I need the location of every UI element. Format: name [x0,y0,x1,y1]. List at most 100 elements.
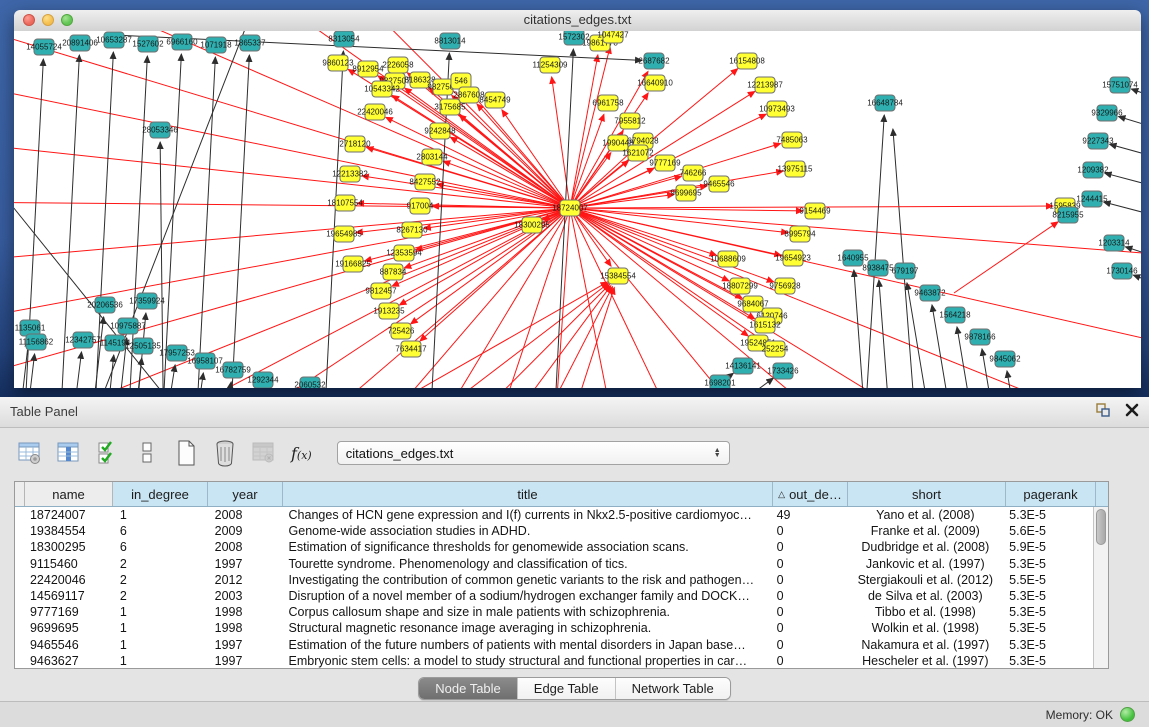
graph-node[interactable]: 725426 [388,323,415,339]
graph-node[interactable]: 9812457 [365,283,397,299]
graph-node[interactable]: 9845062 [989,351,1021,367]
table-row[interactable]: 946362711997Embryonic stem cells: a mode… [15,653,1094,668]
graph-node[interactable]: 7634417 [395,341,427,357]
graph-node-label: 10688609 [710,255,746,264]
table-row[interactable]: 969969511998Structural magnetic resonanc… [15,620,1094,636]
show-column-icon[interactable] [55,439,83,467]
float-panel-icon[interactable] [1095,402,1111,418]
zoom-window-button[interactable] [61,14,73,26]
graph-node[interactable]: 14136141 [725,358,761,374]
graph-node[interactable]: 2060532 [294,377,326,388]
close-panel-icon[interactable] [1125,403,1139,417]
graph-node[interactable]: 9242848 [424,123,456,139]
column-header-name[interactable]: name [25,482,113,506]
graph-node[interactable]: 1203314 [1098,235,1130,251]
graph-node[interactable]: 1209382 [1077,162,1109,178]
graph-node[interactable]: 887834 [380,264,407,280]
graph-edge [14,208,570,341]
minimize-window-button[interactable] [42,14,54,26]
graph-node[interactable]: 2687682 [638,53,670,69]
graph-node[interactable]: 10653287 [96,32,132,48]
graph-node[interactable]: 19654985 [326,226,362,242]
delete-table-icon[interactable] [250,439,278,467]
graph-node[interactable]: 9860123 [322,55,354,71]
table-row[interactable]: 946554611997Estimation of the future num… [15,637,1094,653]
graph-node[interactable]: 19654923 [775,250,811,266]
graph-node[interactable]: 8813014 [434,33,466,49]
graph-node[interactable]: 2226058 [382,57,414,73]
table-row[interactable]: 1830029562008Estimation of significance … [15,539,1094,555]
table-row[interactable]: 2242004622012Investigating the contribut… [15,572,1094,588]
graph-node[interactable]: 1865337 [234,35,266,51]
network-canvas[interactable]: 9860123891295422260589827507105433428186… [14,31,1141,388]
graph-node[interactable]: 1244415 [1076,191,1108,207]
graph-node[interactable]: 10688609 [710,251,746,267]
graph-node[interactable]: 9227343 [1082,133,1114,149]
graph-node-label: 9777169 [649,159,681,168]
graph-node[interactable]: 1292344 [247,372,279,388]
rows-icon[interactable] [133,439,161,467]
table-row[interactable]: 1938455462009Genome-wide association stu… [15,523,1094,539]
cell: 2 [113,589,208,603]
graph-node[interactable]: 13975115 [778,161,814,177]
column-header-out_de[interactable]: △out_de… [773,482,848,506]
function-builder-icon[interactable]: f(x) [291,444,312,463]
window-titlebar[interactable]: citations_edges.txt [14,10,1141,32]
table-scrollbar[interactable] [1093,507,1108,668]
column-header-in_degree[interactable]: in_degree [113,482,208,506]
graph-node[interactable]: 12505135 [125,338,161,354]
graph-node[interactable]: 16154808 [729,53,765,69]
graph-node[interactable]: 2718120 [339,136,371,152]
scrollbar-thumb[interactable] [1096,509,1106,545]
graph-node[interactable]: 9329966 [1091,105,1123,121]
tab-node-table[interactable]: Node Table [419,678,518,699]
graph-node[interactable]: 6966160 [166,34,198,50]
cell: 2 [113,557,208,571]
graph-node[interactable]: 1913235 [373,303,405,319]
graph-node[interactable]: 28053346 [142,122,178,138]
column-header-pagerank[interactable]: pagerank [1006,482,1096,506]
graph-node[interactable]: 679197 [892,263,919,279]
graph-node[interactable]: 10975887 [110,318,146,334]
delete-column-icon[interactable] [211,439,239,467]
graph-node[interactable]: 1730146 [1106,263,1138,279]
graph-node[interactable]: 11254309 [533,57,569,73]
network-table-select[interactable]: citations_edges.txt ▲▼ [337,441,730,465]
table-row[interactable]: 1456911722003Disruption of a novel membe… [15,588,1094,604]
graph-node[interactable]: 9878166 [964,329,996,345]
tab-edge-table[interactable]: Edge Table [518,678,616,699]
graph-node[interactable]: 9154469 [799,203,831,219]
graph-node[interactable]: 9756928 [769,278,801,294]
graph-node[interactable]: 20206536 [87,297,123,313]
graph-node[interactable]: 7955812 [614,113,646,129]
graph-node-label: 15751074 [1102,81,1138,90]
select-columns-icon[interactable] [94,439,122,467]
graph-node[interactable]: 1564218 [939,307,971,323]
graph-node[interactable]: 20891406 [62,35,98,51]
tab-network-table[interactable]: Network Table [616,678,730,699]
graph-node[interactable]: 18107554 [327,195,363,211]
table-row[interactable]: 911546021997Tourette syndrome. Phenomeno… [15,556,1094,572]
graph-node[interactable]: 16640910 [637,75,673,91]
graph-node[interactable]: 917004 [407,198,434,214]
table-row[interactable]: 1872400712008Changes of HCN gene express… [15,507,1094,523]
graph-node[interactable]: 19166825 [335,256,371,272]
graph-node[interactable]: 1698201 [704,375,736,388]
graph-node[interactable]: 1527602 [132,36,164,52]
graph-node[interactable]: 8313054 [328,31,360,47]
new-column-icon[interactable] [172,439,200,467]
column-header-short[interactable]: short [848,482,1006,506]
graph-node[interactable]: 252254 [762,341,789,357]
close-window-button[interactable] [23,14,35,26]
graph-node[interactable]: 7485063 [776,132,808,148]
column-header-year[interactable]: year [208,482,283,506]
graph-node[interactable]: 12342757 [65,332,101,348]
column-header-title[interactable]: title [283,482,773,506]
table-options-icon[interactable] [16,439,44,467]
graph-node[interactable]: 9465546 [703,176,735,192]
table-row[interactable]: 977716911998Corpus callosum shape and si… [15,604,1094,620]
graph-node[interactable]: 12213987 [747,77,783,93]
graph-node[interactable]: 15751074 [1102,77,1138,93]
graph-node[interactable]: 16648784 [867,95,903,111]
graph-node[interactable]: 8995794 [784,226,816,242]
